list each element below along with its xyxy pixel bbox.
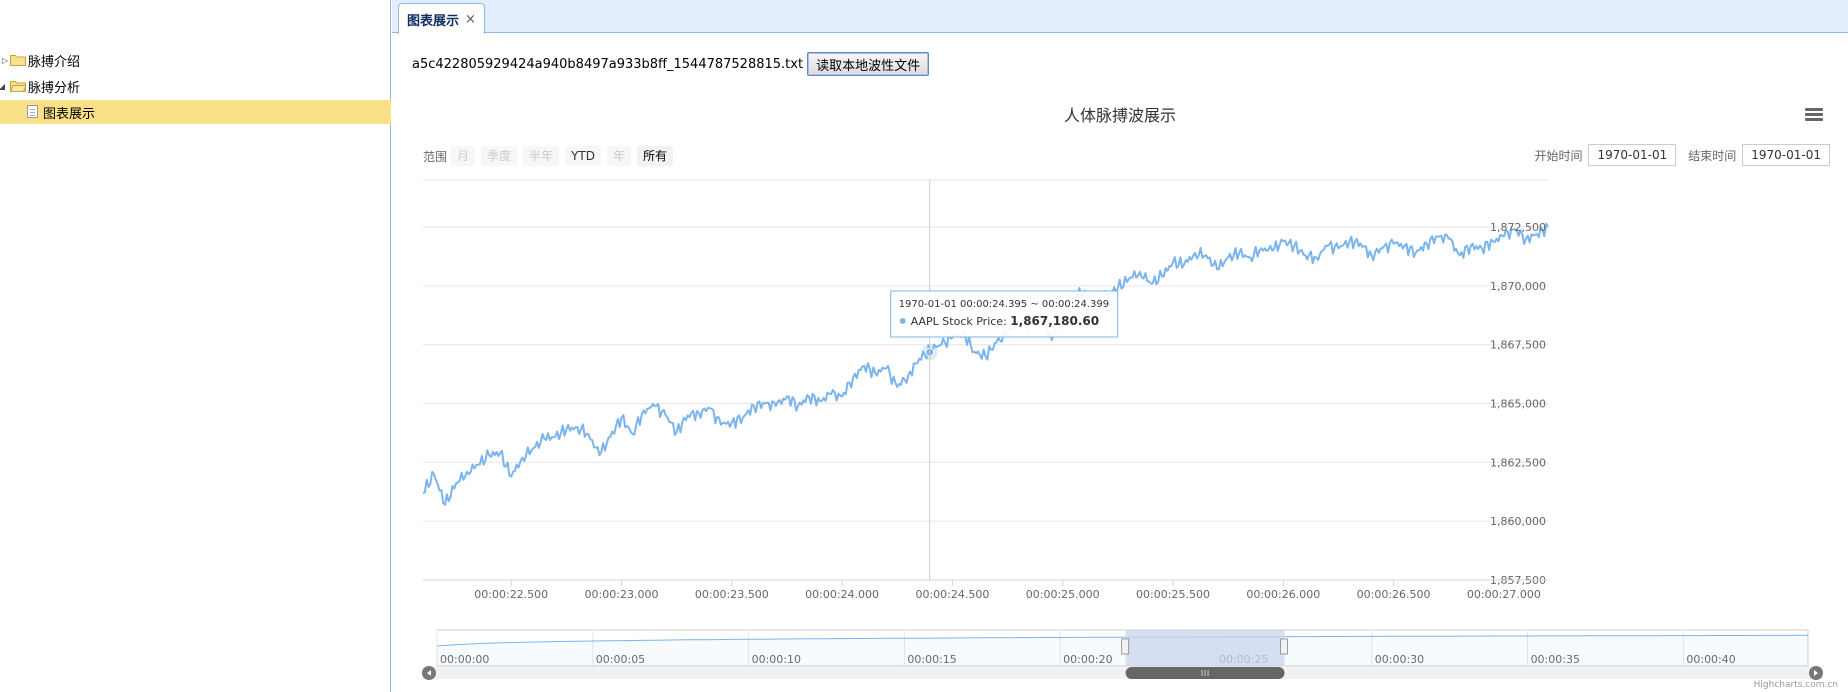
scrollbar-track[interactable]: [422, 667, 1822, 679]
tooltip-series-value: 1,867,180.60: [1010, 314, 1099, 328]
tree-panel: ▷ 脉搏介绍 ◢ 脉搏分析 图表展示: [0, 0, 391, 692]
x-tick-label: 00:00:24.000: [805, 588, 879, 601]
expand-arrow-icon[interactable]: ▷: [0, 56, 10, 65]
y-tick-label: 1,867,500: [1490, 339, 1546, 352]
tree-item-pulse-intro[interactable]: ▷ 脉搏介绍: [0, 48, 391, 72]
tree-item-label: 脉搏介绍: [28, 54, 81, 70]
tree-item-chart-display[interactable]: 图表展示: [0, 100, 391, 124]
credits-link[interactable]: Highcharts.com.cn: [1754, 680, 1838, 690]
y-tick-label: 1,862,500: [1490, 456, 1546, 469]
folder-open-icon: [10, 81, 26, 92]
x-tick-label: 00:00:25.000: [1026, 588, 1100, 601]
x-tick-label: 00:00:25.500: [1136, 588, 1210, 601]
tooltip-series-name: AAPL Stock Price: [911, 315, 1004, 328]
chart-svg: 1,857,5001,860,0001,862,5001,865,0001,86…: [422, 179, 1823, 680]
y-tick-label: 1,865,000: [1490, 398, 1546, 411]
x-tick-label: 00:00:23.500: [695, 588, 769, 601]
main-panel: 图表展示 × a5c422805929424a940b8497a933b8ff_…: [392, 0, 1848, 692]
tooltip-series-label: AAPL Stock Price: 1,867,180.60: [911, 314, 1099, 328]
collapse-arrow-icon[interactable]: ◢: [0, 82, 7, 91]
tree-item-label: 图表展示: [43, 106, 96, 122]
x-tick-label: 00:00:26.000: [1246, 588, 1320, 601]
x-tick-label: 00:00:23.000: [585, 588, 659, 601]
navigator-left-handle[interactable]: [1121, 638, 1130, 655]
x-tick-label: 00:00:27.000: [1467, 588, 1541, 601]
tooltip-series-colon: :: [1003, 315, 1010, 328]
tooltip-header: 1970-01-01 00:00:24.395 ~ 00:00:24.399: [899, 299, 1109, 310]
x-tick-label: 00:00:22.500: [474, 588, 548, 601]
tooltip-series-marker: [899, 318, 906, 324]
y-tick-label: 1,860,000: [1490, 515, 1546, 528]
navigator-right-handle[interactable]: [1280, 638, 1289, 655]
navigator-selected-range[interactable]: [1125, 630, 1285, 666]
tree-item-pulse-analysis[interactable]: ◢ 脉搏分析: [0, 74, 391, 98]
y-tick-label: 1,870,000: [1490, 280, 1546, 293]
tree-item-label: 脉搏分析: [28, 80, 81, 96]
x-tick-label: 00:00:26.500: [1357, 588, 1431, 601]
folder-icon: [10, 55, 26, 66]
document-icon: [27, 105, 38, 118]
y-tick-label: 1,872,500: [1490, 221, 1546, 234]
x-tick-label: 00:00:24.500: [915, 588, 989, 601]
